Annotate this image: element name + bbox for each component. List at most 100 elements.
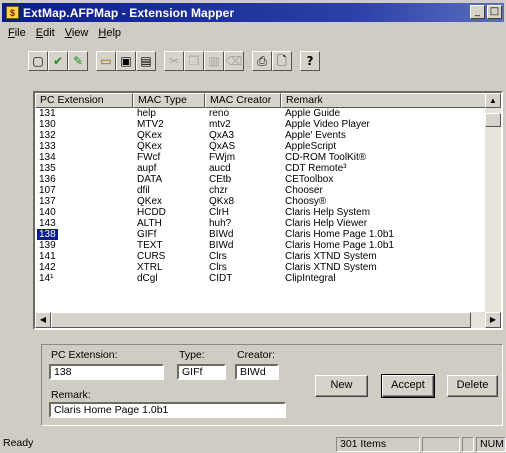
cell-pc-extension: 137 <box>35 196 133 207</box>
column-header-mac-type[interactable]: MAC Type <box>133 93 205 108</box>
cell-remark-text: Claris XTND System <box>285 251 377 262</box>
app-icon: $ <box>6 6 19 19</box>
cell-pc-extension: 139 <box>35 240 133 251</box>
table-row[interactable]: 142 XTRL Clrs Claris XTND System <box>35 262 487 273</box>
table-row[interactable]: 131 help reno Apple Guide <box>35 108 487 119</box>
minimize-icon[interactable]: _ <box>470 5 485 19</box>
cell-pc-extension: 141 <box>35 251 133 262</box>
table-row[interactable]: 107 dfil chzr Chooser <box>35 185 487 196</box>
cell-mac-type-text: QKex <box>137 141 163 152</box>
save-all-icon[interactable]: ▤ <box>136 51 156 71</box>
help-icon[interactable]: ? <box>300 51 320 71</box>
cell-pc-extension-text: 133 <box>39 141 56 152</box>
table-row[interactable]: 140 HCDD ClrH Claris Help System <box>35 207 487 218</box>
vertical-scrollbar[interactable]: ▲ <box>485 93 501 312</box>
new-button[interactable]: New <box>315 375 368 397</box>
cell-pc-extension: 130 <box>35 119 133 130</box>
num-lock-indicator: NUM <box>476 437 506 452</box>
toolbar: ▢ ✔ ✎ ▭ ▣ ▤ ✂ ❐ ▥ ⌫ ⎙ 🗋 ? <box>28 48 320 74</box>
table-row[interactable]: 143 ALTH huh? Claris Help Viewer <box>35 218 487 229</box>
extension-list[interactable]: PC Extension MAC Type MAC Creator Remark… <box>33 91 503 330</box>
scroll-left-icon[interactable]: ◀ <box>35 312 51 328</box>
cell-mac-type: GIFf <box>133 229 205 240</box>
table-row[interactable]: 134 FWcf FWjm CD-ROM ToolKit® <box>35 152 487 163</box>
column-header-pc-extension[interactable]: PC Extension <box>35 93 133 108</box>
open-folder-icon[interactable]: ▭ <box>96 51 116 71</box>
menu-file[interactable]: File <box>8 27 26 39</box>
cell-mac-creator: BIWd <box>205 240 281 251</box>
cell-pc-extension: 136 <box>35 174 133 185</box>
new-button-label: New <box>330 379 353 391</box>
table-row[interactable]: 137 QKex QKx8 Choosy® <box>35 196 487 207</box>
table-row[interactable]: 139 TEXT BIWd Claris Home Page 1.0b1 <box>35 240 487 251</box>
creator-field[interactable]: BIWd <box>235 364 279 380</box>
list-rows: 131 help reno Apple Guide 130 MTV2 mtv2 Apple V… <box>35 108 487 284</box>
cell-remark: CD-ROM ToolKit® <box>281 152 487 163</box>
column-header-mac-creator[interactable]: MAC Creator <box>205 93 281 108</box>
table-row[interactable]: 133 QKex QxAS AppleScript <box>35 141 487 152</box>
cell-pc-extension-text: 135 <box>39 163 56 174</box>
print-icon[interactable]: ⎙ <box>252 51 272 71</box>
table-row[interactable]: 136 DATA CEtb CEToolbox <box>35 174 487 185</box>
column-header-remark[interactable]: Remark <box>281 93 487 108</box>
cell-mac-type: DATA <box>133 174 205 185</box>
cell-pc-extension: 107 <box>35 185 133 196</box>
cell-pc-extension: 133 <box>35 141 133 152</box>
type-field[interactable]: GIFf <box>177 364 226 380</box>
print-preview-icon[interactable]: 🗋 <box>272 51 292 71</box>
copy-icon[interactable]: ❐ <box>184 51 204 71</box>
horizontal-scrollbar[interactable]: ◀ ▶ <box>35 312 501 328</box>
menu-edit[interactable]: Edit <box>36 27 55 39</box>
cell-mac-creator-text: FWjm <box>209 152 236 163</box>
new-doc-icon[interactable]: ▢ <box>28 51 48 71</box>
cell-pc-extension-text: 131 <box>39 108 56 119</box>
vertical-scroll-thumb[interactable] <box>485 113 501 127</box>
cell-remark: Apple Guide <box>281 108 487 119</box>
delete-button[interactable]: Delete <box>447 375 498 397</box>
table-row[interactable]: 130 MTV2 mtv2 Apple Video Player <box>35 119 487 130</box>
remark-field[interactable]: Claris Home Page 1.0b1 <box>49 402 286 418</box>
pc-extension-field[interactable]: 138 <box>49 364 164 380</box>
menu-help[interactable]: Help <box>98 27 121 39</box>
cell-mac-creator-text: QKx8 <box>209 196 235 207</box>
cell-remark: Apple Video Player <box>281 119 487 130</box>
cell-mac-creator: chzr <box>205 185 281 196</box>
cell-mac-creator-text: aucd <box>209 163 231 174</box>
cell-pc-extension-text: 141 <box>39 251 56 262</box>
cell-mac-type-text: QKex <box>137 130 163 141</box>
cell-pc-extension-text: 107 <box>39 185 56 196</box>
cell-remark-text: ClipIntegral <box>285 273 336 284</box>
accept-button[interactable]: Accept <box>381 374 435 398</box>
scroll-up-icon[interactable]: ▲ <box>485 93 501 108</box>
cell-pc-extension-text: 143 <box>39 218 56 229</box>
title-bar[interactable]: $ ExtMap.AFPMap - Extension Mapper _ □ <box>2 3 504 22</box>
cell-mac-type-text: DATA <box>137 174 163 185</box>
cell-mac-creator: reno <box>205 108 281 119</box>
maximize-icon[interactable]: □ <box>487 5 502 19</box>
cell-mac-type-text: HCDD <box>137 207 166 218</box>
cell-remark: Claris Home Page 1.0b1 <box>281 229 487 240</box>
horizontal-scroll-thumb[interactable] <box>51 312 471 328</box>
save-icon[interactable]: ▣ <box>116 51 136 71</box>
clear-icon[interactable]: ⌫ <box>224 51 244 71</box>
cell-mac-type-text: ALTH <box>137 218 162 229</box>
pencil-icon[interactable]: ✎ <box>68 51 88 71</box>
table-row[interactable]: 135 aupf aucd CDT Remote³ <box>35 163 487 174</box>
paste-icon[interactable]: ▥ <box>204 51 224 71</box>
table-row[interactable]: 141 CURS Clrs Claris XTND System <box>35 251 487 262</box>
scroll-right-icon[interactable]: ▶ <box>485 312 501 328</box>
menu-view[interactable]: View <box>65 27 89 39</box>
cell-mac-type-text: MTV2 <box>137 119 164 130</box>
table-row-selected[interactable]: 138 GIFf BIWd Claris Home Page 1.0b1 <box>35 229 487 240</box>
cell-pc-extension: 132 <box>35 130 133 141</box>
check-icon[interactable]: ✔ <box>48 51 68 71</box>
cell-mac-type-text: dfil <box>137 185 150 196</box>
table-row[interactable]: 132 QKex QxA3 Apple' Events <box>35 130 487 141</box>
cell-mac-creator-text: QxAS <box>209 141 236 152</box>
cut-icon[interactable]: ✂ <box>164 51 184 71</box>
remark-label: Remark: <box>51 389 91 401</box>
cell-pc-extension: 134 <box>35 152 133 163</box>
table-row[interactable]: 14¹ dCgl CIDT ClipIntegral <box>35 273 487 284</box>
cell-mac-creator-text: huh? <box>209 218 232 229</box>
cell-remark: Apple' Events <box>281 130 487 141</box>
